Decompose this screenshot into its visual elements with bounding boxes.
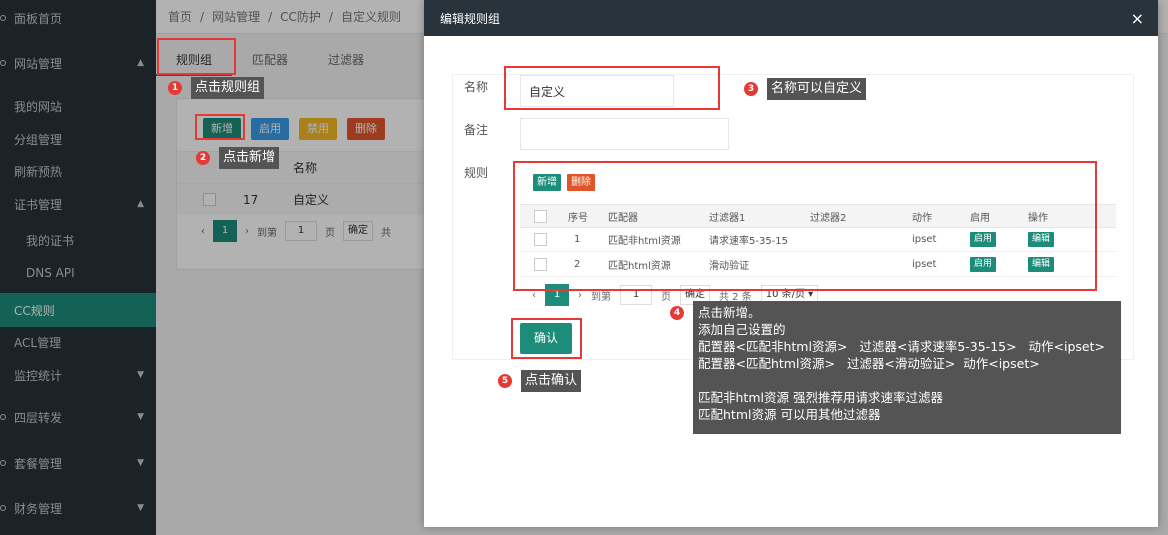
highlight-rules-table — [513, 161, 1097, 291]
tip-click-rule-group: 点击规则组 — [191, 77, 265, 99]
tip-add-rules: 点击新增。 添加自己设置的 配置器<匹配非html资源> 过滤器<请求速率5-3… — [693, 301, 1121, 434]
highlight-name-input — [504, 66, 720, 110]
next-page-icon[interactable]: › — [578, 290, 582, 301]
tip-click-confirm: 点击确认 — [521, 370, 582, 392]
tip-click-add: 点击新增 — [219, 147, 280, 169]
step-badge-4: 4 — [670, 306, 684, 320]
prev-page-icon[interactable]: ‹ — [532, 290, 536, 301]
dialog-header: 编辑规则组 × — [424, 0, 1158, 36]
rules-label: 规则 — [464, 166, 489, 180]
highlight-rule-group-tab — [157, 38, 236, 75]
step-badge-5: 5 — [498, 374, 512, 388]
name-label: 名称 — [464, 80, 489, 94]
tip-name-custom: 名称可以自定义 — [767, 78, 867, 100]
highlight-add-button — [195, 114, 245, 140]
step-badge-3: 3 — [744, 82, 758, 96]
close-icon[interactable]: × — [1131, 9, 1144, 28]
step-badge-2: 2 — [196, 151, 210, 165]
step-badge-1: 1 — [168, 81, 182, 95]
remark-label: 备注 — [464, 123, 489, 137]
remark-input[interactable] — [520, 118, 729, 150]
highlight-confirm-button — [511, 318, 582, 359]
dialog-title: 编辑规则组 — [440, 11, 501, 26]
